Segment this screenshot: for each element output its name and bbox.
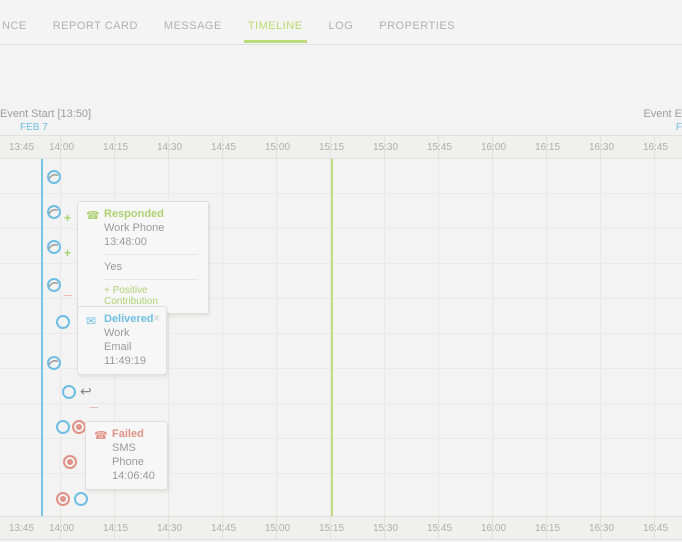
plus-icon: + xyxy=(64,214,71,222)
time-ruler-bottom: 13:45 14:00 14:15 14:30 14:45 15:00 15:1… xyxy=(0,516,682,540)
card-answer: Yes xyxy=(104,260,198,274)
tick-label: 15:15 xyxy=(319,523,344,534)
card-line2: 13:48:00 xyxy=(104,235,198,249)
card-positive: + Positive Contribution xyxy=(104,285,198,307)
tick-label: 15:30 xyxy=(373,523,398,534)
swoosh-icon xyxy=(48,206,59,217)
card-failed[interactable]: Failed SMS Phone 14:06:40 xyxy=(85,421,168,490)
tab-message[interactable]: MESSAGE xyxy=(160,4,226,42)
dot-icon xyxy=(67,459,73,465)
timeline-body[interactable]: + + _ ↩ _ xyxy=(0,159,682,516)
tick-label: 14:00 xyxy=(49,523,74,534)
tick-label: 14:00 xyxy=(49,142,74,153)
event-end-text: Event E xyxy=(643,108,682,120)
card-line1: SMS Phone xyxy=(112,441,157,469)
tick-label: 16:00 xyxy=(481,523,506,534)
event-end-date: F xyxy=(643,122,682,133)
event-marker[interactable]: _ xyxy=(47,278,61,292)
tick-label: 13:45 xyxy=(9,523,34,534)
tick-label: 16:00 xyxy=(481,142,506,153)
tick-label: 14:30 xyxy=(157,523,182,534)
card-line1: Work Phone xyxy=(104,221,198,235)
event-marker[interactable]: + xyxy=(47,240,61,254)
divider xyxy=(104,254,198,255)
dot-icon xyxy=(76,424,82,430)
tick-label: 15:15 xyxy=(319,142,344,153)
tab-bar: NCE REPORT CARD MESSAGE TIMELINE LOG PRO… xyxy=(0,0,682,45)
timeline-row xyxy=(0,159,682,194)
event-marker[interactable] xyxy=(47,356,61,370)
minus-icon: _ xyxy=(64,284,72,294)
card-line2: 11:49:19 xyxy=(104,354,156,368)
event-start-label: Event Start [13:50] FEB 7 xyxy=(0,108,91,133)
event-start-date: FEB 7 xyxy=(20,122,91,133)
phone-icon xyxy=(86,209,98,221)
tick-label: 15:45 xyxy=(427,142,452,153)
event-start-line xyxy=(41,159,43,516)
card-line1: Work Email xyxy=(104,326,156,354)
tick-label: 16:15 xyxy=(535,142,560,153)
tab-properties[interactable]: PROPERTIES xyxy=(375,4,459,42)
card-responded[interactable]: Responded Work Phone 13:48:00 Yes + Posi… xyxy=(77,201,209,314)
event-end-label: Event E F xyxy=(643,108,682,133)
swoosh-icon xyxy=(48,357,59,368)
card-line2: 14:06:40 xyxy=(112,469,157,483)
tick-label: 16:45 xyxy=(643,523,668,534)
event-marker[interactable] xyxy=(74,492,88,506)
tick-label: 14:45 xyxy=(211,523,236,534)
minus-icon: _ xyxy=(90,396,98,406)
event-marker[interactable]: ↩ _ xyxy=(62,385,76,399)
tick-label: 15:00 xyxy=(265,523,290,534)
close-icon[interactable]: × xyxy=(153,311,160,325)
tick-label: 16:15 xyxy=(535,523,560,534)
tab-log[interactable]: LOG xyxy=(325,4,358,42)
event-marker[interactable] xyxy=(47,170,61,184)
event-marker[interactable] xyxy=(72,420,86,434)
tick-label: 14:45 xyxy=(211,142,236,153)
tick-label: 14:15 xyxy=(103,523,128,534)
card-title: Delivered xyxy=(104,313,156,325)
event-marker[interactable] xyxy=(63,455,77,469)
event-marker[interactable] xyxy=(56,420,70,434)
tab-report-card[interactable]: REPORT CARD xyxy=(49,4,142,42)
card-title: Failed xyxy=(112,428,157,440)
tick-label: 15:00 xyxy=(265,142,290,153)
tick-label: 14:30 xyxy=(157,142,182,153)
tab-timeline[interactable]: TIMELINE xyxy=(244,4,307,42)
tab-nce[interactable]: NCE xyxy=(2,4,31,42)
event-marker[interactable] xyxy=(56,492,70,506)
tick-label: 14:15 xyxy=(103,142,128,153)
tick-label: 15:45 xyxy=(427,523,452,534)
divider xyxy=(104,279,198,280)
card-delivered[interactable]: × Delivered Work Email 11:49:19 xyxy=(77,306,167,375)
event-marker[interactable] xyxy=(56,315,70,329)
mail-icon xyxy=(86,314,98,326)
plus-icon: + xyxy=(64,249,71,257)
tick-label: 13:45 xyxy=(9,142,34,153)
tick-label: 16:30 xyxy=(589,142,614,153)
event-marker[interactable]: + xyxy=(47,205,61,219)
current-time-line xyxy=(331,159,333,516)
tick-label: 16:30 xyxy=(589,523,614,534)
swoosh-icon xyxy=(48,171,59,182)
tick-label: 16:45 xyxy=(643,142,668,153)
time-ruler-top: 13:45 14:00 14:15 14:30 14:45 15:00 15:1… xyxy=(0,135,682,159)
dot-icon xyxy=(60,496,66,502)
swoosh-icon xyxy=(48,279,59,290)
phone-icon xyxy=(94,429,106,441)
tick-label: 15:30 xyxy=(373,142,398,153)
swoosh-icon xyxy=(48,241,59,252)
card-title: Responded xyxy=(104,208,198,220)
event-start-text: Event Start [13:50] xyxy=(0,108,91,120)
